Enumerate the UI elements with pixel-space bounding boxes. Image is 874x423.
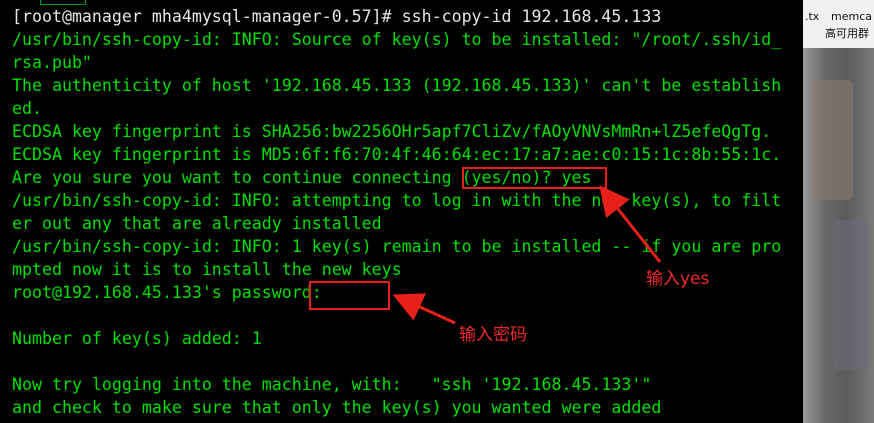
yes-annotation-note: 输入yes <box>646 269 710 289</box>
password-annotation-note: 输入密码 <box>459 325 527 345</box>
annotation-arrows <box>392 185 662 325</box>
arrow-to-password <box>392 293 456 325</box>
arrow-to-yes <box>599 185 662 263</box>
